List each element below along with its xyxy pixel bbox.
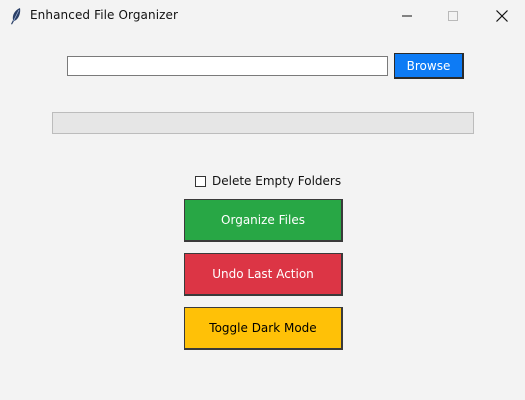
maximize-button[interactable] — [430, 0, 476, 31]
undo-last-action-button[interactable]: Undo Last Action — [184, 253, 343, 296]
progress-bar — [52, 112, 474, 134]
undo-last-action-label: Undo Last Action — [212, 267, 314, 281]
browse-button[interactable]: Browse — [394, 53, 464, 79]
folder-path-input[interactable] — [67, 56, 388, 76]
delete-empty-folders-label: Delete Empty Folders — [212, 174, 342, 188]
minimize-button[interactable] — [384, 0, 430, 31]
window-title: Enhanced File Organizer — [30, 8, 179, 22]
feather-icon — [11, 8, 21, 25]
app-window: Enhanced File Organizer Browse Delete Em… — [0, 0, 525, 400]
title-bar: Enhanced File Organizer — [0, 0, 525, 31]
delete-empty-folders-option[interactable]: Delete Empty Folders — [195, 173, 341, 189]
organize-files-button[interactable]: Organize Files — [184, 199, 343, 242]
organize-files-label: Organize Files — [221, 213, 305, 227]
toggle-dark-mode-button[interactable]: Toggle Dark Mode — [184, 307, 343, 350]
close-icon — [496, 9, 508, 22]
close-button[interactable] — [479, 0, 525, 31]
browse-button-label: Browse — [406, 58, 451, 73]
toggle-dark-mode-label: Toggle Dark Mode — [209, 321, 317, 335]
delete-empty-folders-checkbox[interactable] — [195, 175, 206, 187]
maximize-icon — [448, 10, 458, 21]
minimize-icon — [402, 15, 412, 16]
